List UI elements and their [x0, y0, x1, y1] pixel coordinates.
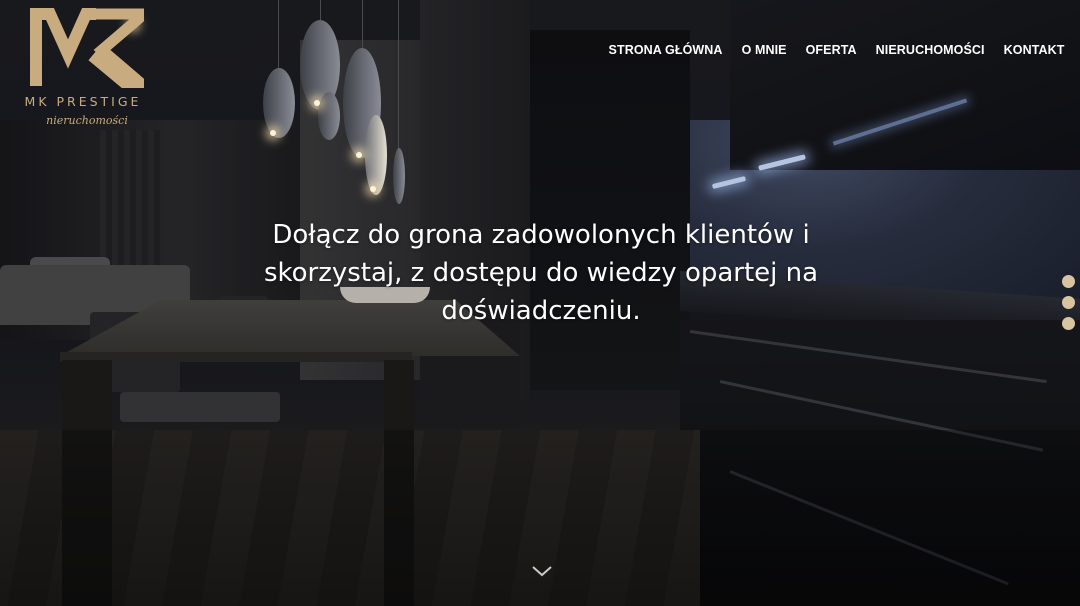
pendant-lamp [365, 115, 387, 195]
lamp-cord [320, 0, 321, 20]
lamp-cord [362, 0, 363, 48]
chevron-down-icon[interactable] [530, 562, 554, 580]
lamp-cord [398, 0, 399, 150]
lamp-bulb [356, 152, 362, 158]
slider-dot[interactable] [1062, 296, 1075, 309]
slider-dot[interactable] [1062, 275, 1075, 288]
slider-dot[interactable] [1062, 317, 1075, 330]
main-navigation: STRONA GŁÓWNA O MNIE OFERTA NIERUCHOMOŚC… [599, 43, 1074, 57]
pendant-lamp [318, 92, 340, 140]
lamp-bulb [314, 100, 320, 106]
hero-headline: Dołącz do grona zadowolonych klientów i … [263, 220, 819, 326]
nav-item-about[interactable]: O MNIE [732, 43, 796, 57]
nav-item-contact[interactable]: KONTAKT [994, 43, 1074, 57]
nav-item-properties[interactable]: NIERUCHOMOŚCI [866, 43, 994, 57]
pendant-lamp [263, 68, 295, 138]
lamp-bulb [370, 186, 376, 192]
pendant-lamp [393, 148, 405, 204]
lamp-cord [278, 0, 279, 70]
lamp-bulb [270, 130, 276, 136]
brand-name: MK PRESTIGE [24, 94, 142, 109]
mk-monogram-icon [30, 8, 144, 88]
site-logo[interactable]: MK PRESTIGE nieruchomości [8, 8, 158, 130]
brand-tagline: nieruchomości [46, 114, 128, 127]
nav-item-offer[interactable]: OFERTA [796, 43, 866, 57]
slider-pagination [1062, 275, 1075, 330]
nav-item-home[interactable]: STRONA GŁÓWNA [599, 43, 732, 57]
